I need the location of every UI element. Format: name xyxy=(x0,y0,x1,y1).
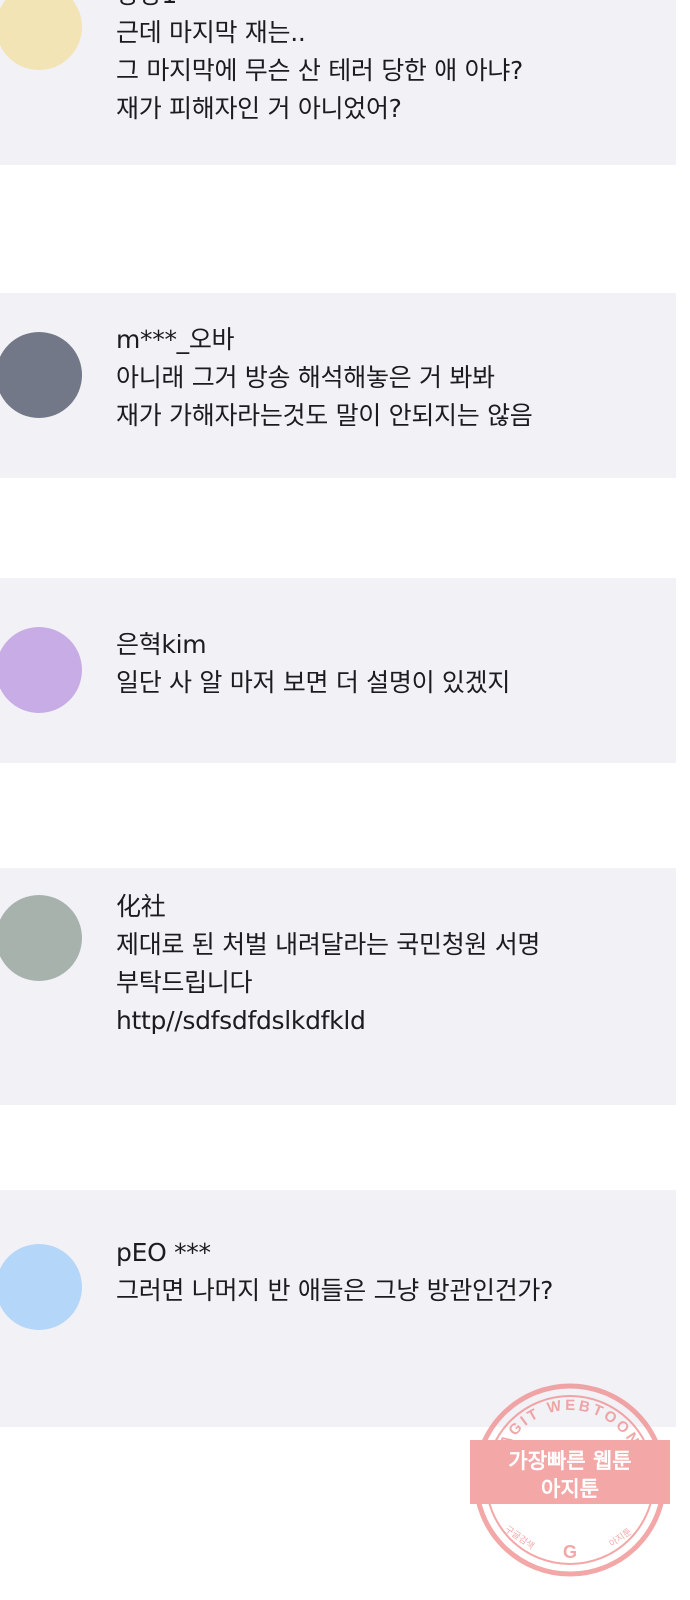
avatar[interactable] xyxy=(0,0,82,70)
comment-username: 은혁kim xyxy=(116,630,207,659)
comment-text-line: 제대로 된 처벌 내려달라는 국민청원 서명 xyxy=(116,930,541,959)
avatar[interactable] xyxy=(0,1244,82,1330)
comment-body: 은혁kim 일단 사 알 마저 보면 더 설명이 있겠지 xyxy=(116,626,656,702)
comment-link[interactable]: http//sdfsdfdslkdfkld xyxy=(116,1002,656,1040)
watermark-line1: 가장빠른 웹툰 xyxy=(508,1449,631,1473)
comment-card: 강강1 근데 마지막 재는.. 그 마지막에 무슨 산 테러 당한 애 아냐? … xyxy=(0,0,676,165)
watermark-stamp-graphic: AGIT WEBTOON 가장빠른 웹툰 아지툰 구글검색 아지툰 G xyxy=(470,1383,670,1577)
comment-card: m***_오바 아니래 그거 방송 해석해놓은 거 봐봐 재가 가해자라는것도 … xyxy=(0,293,676,478)
comment-body: 강강1 근데 마지막 재는.. 그 마지막에 무슨 산 테러 당한 애 아냐? … xyxy=(116,0,656,128)
comment-text-line: 그러면 나머지 반 애들은 그냥 방관인건가? xyxy=(116,1276,554,1305)
comment-username: 化社 xyxy=(116,892,166,921)
watermark-line2: 아지툰 xyxy=(541,1477,599,1501)
comment-text-line: 일단 사 알 마저 보면 더 설명이 있겠지 xyxy=(116,668,511,697)
comment-username: pEO *** xyxy=(116,1238,211,1267)
google-g-icon: G xyxy=(563,1542,577,1562)
comment-body: 化社 제대로 된 처벌 내려달라는 국민청원 서명 부탁드립니다 http//s… xyxy=(116,888,656,1040)
comment-text-line: 재가 피해자인 거 아니었어? xyxy=(116,94,402,123)
comment-body: pEO *** 그러면 나머지 반 애들은 그냥 방관인건가? xyxy=(116,1234,656,1310)
comment-username: m***_오바 xyxy=(116,325,235,354)
avatar[interactable] xyxy=(0,627,82,713)
avatar[interactable] xyxy=(0,895,82,981)
comment-text-line: 근데 마지막 재는.. xyxy=(116,18,306,47)
comment-username: 강강1 xyxy=(116,0,656,14)
comment-card: 化社 제대로 된 처벌 내려달라는 국민청원 서명 부탁드립니다 http//s… xyxy=(0,868,676,1105)
comment-text-line: 아니래 그거 방송 해석해놓은 거 봐봐 xyxy=(116,363,495,392)
avatar[interactable] xyxy=(0,332,82,418)
comment-text-line: 재가 가해자라는것도 말이 안되지는 않음 xyxy=(116,401,533,430)
comment-text-line: 부탁드립니다 xyxy=(116,968,253,997)
watermark-stamp: AGIT WEBTOON 가장빠른 웹툰 아지툰 구글검색 아지툰 G xyxy=(470,1380,670,1580)
comment-body: m***_오바 아니래 그거 방송 해석해놓은 거 봐봐 재가 가해자라는것도 … xyxy=(116,321,656,435)
comment-card: 은혁kim 일단 사 알 마저 보면 더 설명이 있겠지 xyxy=(0,578,676,763)
comment-text-line: 그 마지막에 무슨 산 테러 당한 애 아냐? xyxy=(116,56,523,85)
svg-text:G: G xyxy=(563,1542,577,1562)
